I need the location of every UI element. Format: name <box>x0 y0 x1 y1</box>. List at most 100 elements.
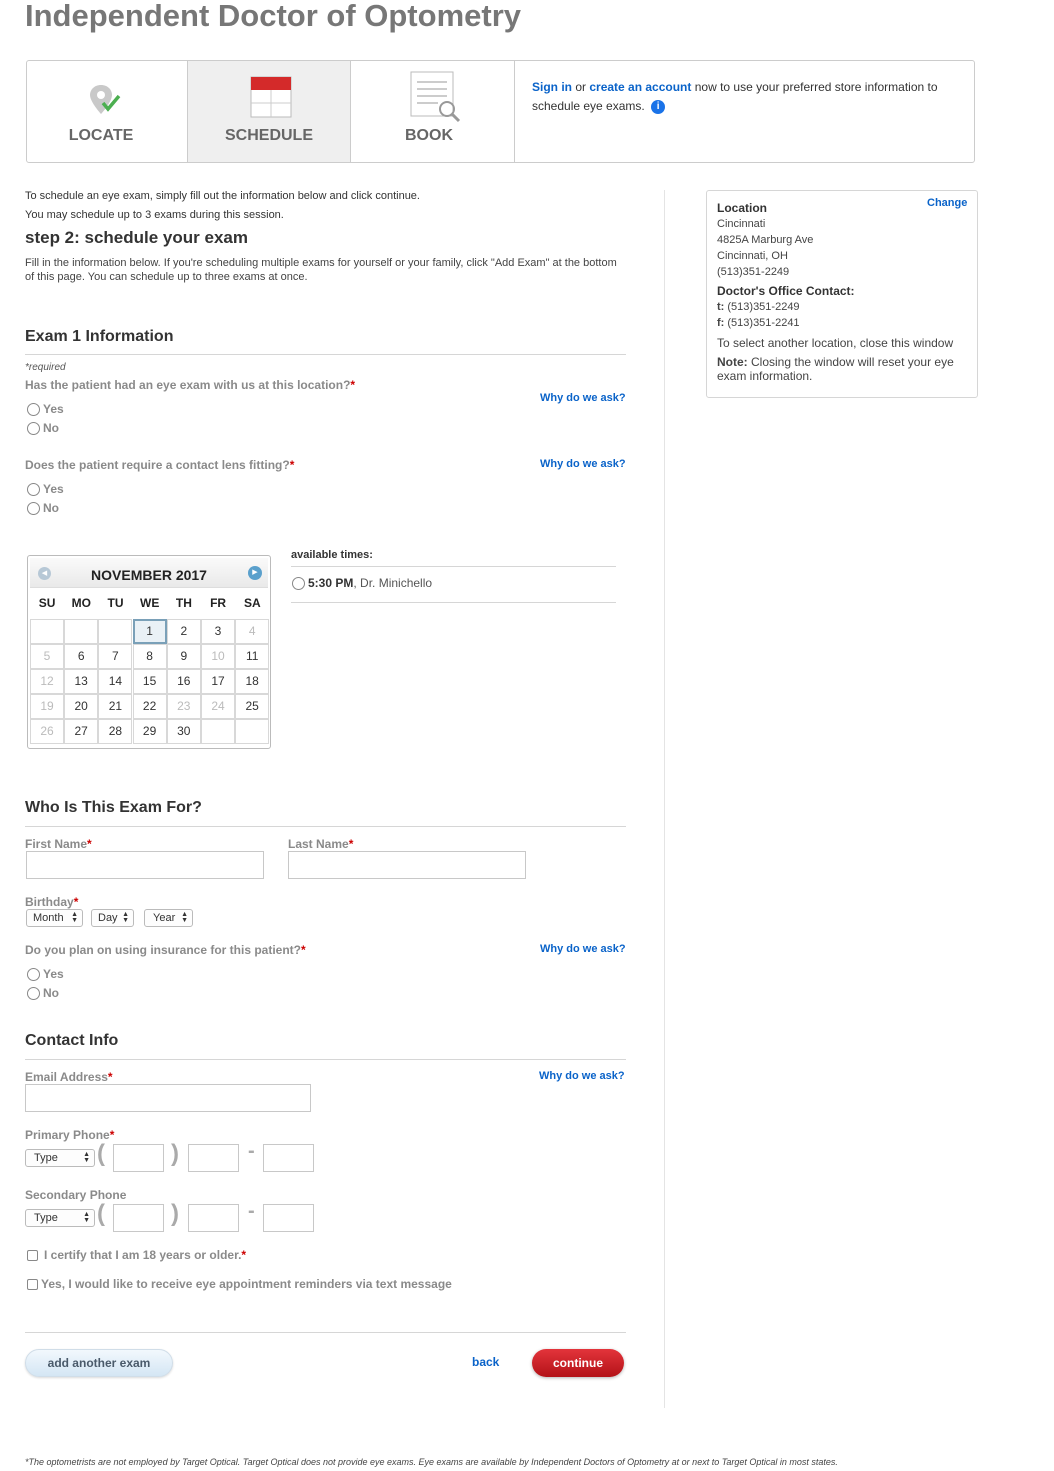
q1-no-option[interactable]: No <box>27 421 59 435</box>
select-arrows-icon: ▲ ▼ <box>83 1211 90 1224</box>
secondary-prefix-input[interactable] <box>188 1204 239 1232</box>
tab-locate[interactable]: LOCATE <box>27 61 187 162</box>
calendar-day[interactable]: 25 <box>235 694 270 719</box>
q1-text: Has the patient had an eye exam with us … <box>25 378 351 392</box>
calendar-day[interactable]: 1 <box>132 619 167 644</box>
birthday-year-value: Year <box>153 912 176 924</box>
calendar-day[interactable]: 16 <box>166 669 201 694</box>
birthday-day-select[interactable]: Day ▲ ▼ <box>91 909 134 927</box>
calendar-empty-cell <box>201 719 235 744</box>
q1-yes-option[interactable]: Yes <box>27 402 64 416</box>
create-account-link[interactable]: create an account <box>589 80 691 94</box>
doctor-fax-value: (513)351-2241 <box>724 317 800 329</box>
location-city: Cincinnati <box>717 218 766 230</box>
certify-option[interactable]: I certify that I am 18 years or older.* <box>27 1248 246 1262</box>
secondary-phone-type-select[interactable]: Type ▲ ▼ <box>25 1209 95 1227</box>
q1-why-link[interactable]: Why do we ask? <box>540 392 626 404</box>
document-search-icon <box>410 71 461 123</box>
time-slot-radio[interactable] <box>292 576 305 590</box>
sign-in-link[interactable]: Sign in <box>532 80 572 94</box>
q2-no-radio[interactable] <box>27 501 40 515</box>
insurance-why-link[interactable]: Why do we ask? <box>540 943 626 955</box>
time-slot-option[interactable]: 5:30 PM, Dr. Minichello <box>292 576 432 590</box>
birthday-year-select[interactable]: Year ▲ ▼ <box>144 909 193 927</box>
certify-checkbox[interactable] <box>27 1249 38 1261</box>
email-input[interactable] <box>25 1084 311 1112</box>
reminders-option[interactable]: Yes, I would like to receive eye appoint… <box>27 1277 452 1291</box>
calendar-day[interactable]: 22 <box>132 694 167 719</box>
q2-why-link[interactable]: Why do we ask? <box>540 458 626 470</box>
select-location-note: To select another location, close this w… <box>717 336 954 350</box>
who-divider <box>25 826 626 827</box>
step-heading: step 2: schedule your exam <box>25 228 248 247</box>
calendar-day[interactable]: 28 <box>98 719 133 744</box>
calendar-weekday: SU <box>38 596 56 610</box>
tab-schedule[interactable]: SCHEDULE <box>187 61 351 162</box>
calendar-day[interactable]: 8 <box>132 644 167 669</box>
info-icon[interactable]: i <box>651 100 666 114</box>
calendar-icon <box>250 76 292 118</box>
q2-label: Does the patient require a contact lens … <box>25 458 295 472</box>
primary-prefix-input[interactable] <box>188 1144 239 1172</box>
birthday-day-value: Day <box>98 912 118 924</box>
location-street: 4825A Marburg Ave <box>717 234 814 246</box>
calendar-weekday: FR <box>210 596 227 610</box>
email-why-link[interactable]: Why do we ask? <box>539 1070 625 1082</box>
first-name-input[interactable] <box>26 851 264 879</box>
back-link[interactable]: back <box>472 1355 499 1369</box>
reminders-checkbox[interactable] <box>27 1278 38 1290</box>
calendar-day[interactable]: 21 <box>98 694 133 719</box>
insurance-yes-radio[interactable] <box>27 967 40 981</box>
calendar-day[interactable]: 20 <box>64 694 99 719</box>
calendar-next-button[interactable]: ▶ <box>248 566 262 580</box>
calendar-day[interactable]: 3 <box>201 619 235 644</box>
select-arrows-icon: ▲ ▼ <box>122 911 129 924</box>
primary-phone-type-select[interactable]: Type ▲ ▼ <box>25 1149 95 1167</box>
calendar-day[interactable]: 15 <box>132 669 167 694</box>
q2-yes-radio[interactable] <box>27 482 40 496</box>
birthday-month-select[interactable]: Month ▲ ▼ <box>26 909 83 927</box>
location-city-state: Cincinnati, OH <box>717 250 788 262</box>
primary-open-paren: ( <box>97 1140 105 1167</box>
calendar-day[interactable]: 14 <box>98 669 133 694</box>
calendar-day[interactable]: 29 <box>132 719 167 744</box>
contact-title: Contact Info <box>25 1032 119 1049</box>
q2-no-option[interactable]: No <box>27 501 59 515</box>
secondary-area-code-input[interactable] <box>113 1204 164 1232</box>
insurance-yes-option[interactable]: Yes <box>27 967 64 981</box>
q1-yes-radio[interactable] <box>27 402 40 416</box>
calendar-day[interactable]: 27 <box>64 719 99 744</box>
primary-line-input[interactable] <box>263 1144 314 1172</box>
calendar-day[interactable]: 11 <box>235 644 270 669</box>
times-label: available times: <box>291 549 373 561</box>
primary-area-code-input[interactable] <box>113 1144 164 1172</box>
select-arrows-icon: ▲ ▼ <box>83 1151 90 1164</box>
reset-note-label: Note: <box>717 355 748 369</box>
continue-button[interactable]: continue <box>532 1349 624 1377</box>
q1-label: Has the patient had an eye exam with us … <box>25 378 356 392</box>
calendar-day[interactable]: 13 <box>64 669 99 694</box>
calendar-day[interactable]: 9 <box>166 644 201 669</box>
change-location-link[interactable]: Change <box>927 197 967 209</box>
calendar-day[interactable]: 6 <box>64 644 99 669</box>
calendar-day[interactable]: 30 <box>166 719 201 744</box>
calendar-day[interactable]: 2 <box>166 619 201 644</box>
calendar-day[interactable]: 7 <box>98 644 133 669</box>
calendar-day: 26 <box>30 719 64 744</box>
calendar-day[interactable]: 18 <box>235 669 270 694</box>
secondary-phone-label: Secondary Phone <box>25 1188 127 1202</box>
secondary-line-input[interactable] <box>263 1204 314 1232</box>
tab-book[interactable]: BOOK <box>351 61 515 162</box>
q1-no-label: No <box>43 421 59 435</box>
q1-no-radio[interactable] <box>27 421 40 435</box>
doctor-contact-heading: Doctor's Office Contact: <box>717 284 855 298</box>
q2-yes-option[interactable]: Yes <box>27 482 64 496</box>
calendar-empty-cell <box>64 619 99 644</box>
birthday-month-value: Month <box>33 912 64 924</box>
calendar-day[interactable]: 17 <box>201 669 235 694</box>
signin-or-text: or <box>572 80 590 94</box>
last-name-input[interactable] <box>288 851 526 879</box>
insurance-no-radio[interactable] <box>27 986 40 1000</box>
insurance-no-option[interactable]: No <box>27 986 59 1000</box>
add-exam-button[interactable]: add another exam <box>25 1349 173 1377</box>
